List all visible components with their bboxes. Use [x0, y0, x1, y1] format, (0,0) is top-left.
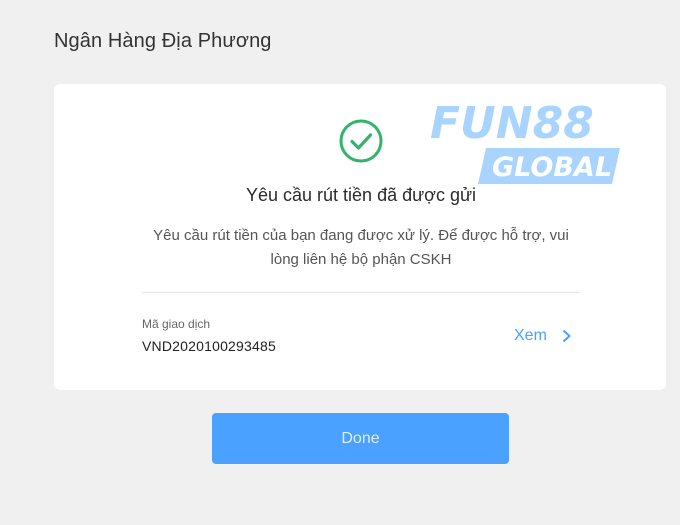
view-link-label: Xem	[514, 327, 547, 344]
chevron-right-icon	[562, 330, 571, 342]
logo-brand-text: FUN88	[430, 98, 594, 149]
divider	[142, 292, 580, 293]
check-circle-icon	[338, 118, 384, 164]
fun88-global-logo: FUN88 GLOBAL	[430, 96, 620, 188]
page-title: Ngân Hàng Địa Phương	[54, 30, 272, 52]
done-button[interactable]: Done	[212, 413, 509, 464]
transaction-id-label: Mã giao dịch	[142, 317, 211, 331]
logo-sub-text: GLOBAL	[492, 152, 612, 183]
view-transaction-link[interactable]: Xem	[514, 327, 573, 345]
confirmation-title: Yêu cầu rút tiền đã được gửi	[245, 185, 477, 205]
confirmation-description: Yêu cầu rút tiền của bạn đang được xử lý…	[153, 227, 569, 268]
transaction-id-value: VND2020100293485	[142, 338, 276, 354]
